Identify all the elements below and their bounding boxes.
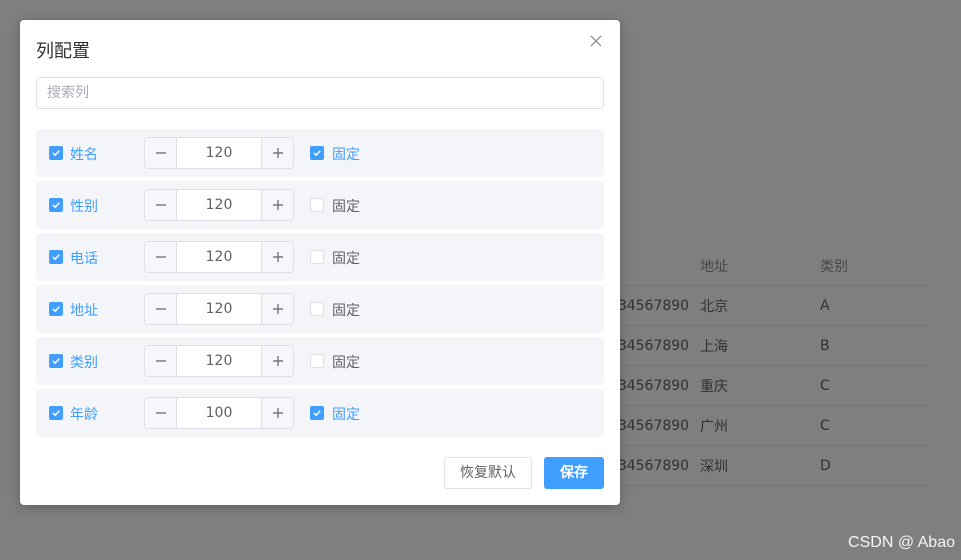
visible-checkbox[interactable] [49,406,63,420]
column-row: 电话 120 固定 [36,233,604,281]
fixed-label[interactable]: 固定 [332,300,360,320]
width-input[interactable]: 120 [177,294,261,324]
visible-checkbox[interactable] [49,250,63,264]
width-stepper: 120 [144,189,294,221]
column-list: 姓名 120 固定 性别 120 固定 电话 120 固定 地址 120 固定 类别 120 固定 年龄 100… [36,129,604,441]
column-label[interactable]: 性别 [70,196,98,216]
width-input[interactable]: 120 [177,242,261,272]
fixed-checkbox[interactable] [310,302,324,316]
column-label[interactable]: 年龄 [70,404,98,424]
fixed-checkbox[interactable] [310,354,324,368]
fixed-checkbox[interactable] [310,406,324,420]
save-button[interactable]: 保存 [544,457,604,489]
fixed-label[interactable]: 固定 [332,248,360,268]
close-icon[interactable] [588,33,604,49]
minus-icon[interactable] [145,398,177,428]
width-stepper: 120 [144,345,294,377]
plus-icon[interactable] [261,242,293,272]
visible-checkbox[interactable] [49,354,63,368]
column-row: 姓名 120 固定 [36,129,604,177]
column-label[interactable]: 类别 [70,352,98,372]
width-stepper: 120 [144,293,294,325]
reset-default-button[interactable]: 恢复默认 [444,457,532,489]
column-label[interactable]: 地址 [70,300,98,320]
fixed-label[interactable]: 固定 [332,196,360,216]
dialog-title: 列配置 [36,41,90,62]
fixed-checkbox[interactable] [310,146,324,160]
width-stepper: 100 [144,397,294,429]
fixed-checkbox[interactable] [310,250,324,264]
fixed-label[interactable]: 固定 [332,352,360,372]
width-stepper: 120 [144,241,294,273]
column-label[interactable]: 姓名 [70,144,98,164]
column-row: 地址 120 固定 [36,285,604,333]
column-row: 年龄 100 固定 [36,389,604,437]
plus-icon[interactable] [261,138,293,168]
plus-icon[interactable] [261,346,293,376]
column-row: 类别 120 固定 [36,337,604,385]
visible-checkbox[interactable] [49,302,63,316]
width-input[interactable]: 120 [177,190,261,220]
minus-icon[interactable] [145,294,177,324]
plus-icon[interactable] [261,294,293,324]
search-input[interactable] [36,77,604,109]
width-input[interactable]: 120 [177,138,261,168]
plus-icon[interactable] [261,398,293,428]
width-input[interactable]: 100 [177,398,261,428]
plus-icon[interactable] [261,190,293,220]
watermark: CSDN @ Abao [848,534,955,551]
column-row: 性别 120 固定 [36,181,604,229]
width-stepper: 120 [144,137,294,169]
visible-checkbox[interactable] [49,198,63,212]
minus-icon[interactable] [145,242,177,272]
fixed-label[interactable]: 固定 [332,144,360,164]
fixed-label[interactable]: 固定 [332,404,360,424]
minus-icon[interactable] [145,346,177,376]
width-input[interactable]: 120 [177,346,261,376]
fixed-checkbox[interactable] [310,198,324,212]
column-label[interactable]: 电话 [70,248,98,268]
minus-icon[interactable] [145,190,177,220]
visible-checkbox[interactable] [49,146,63,160]
column-config-dialog: 列配置 姓名120固定性别120固定电话120固定地址120固定类别120固定年… [20,20,620,505]
minus-icon[interactable] [145,138,177,168]
